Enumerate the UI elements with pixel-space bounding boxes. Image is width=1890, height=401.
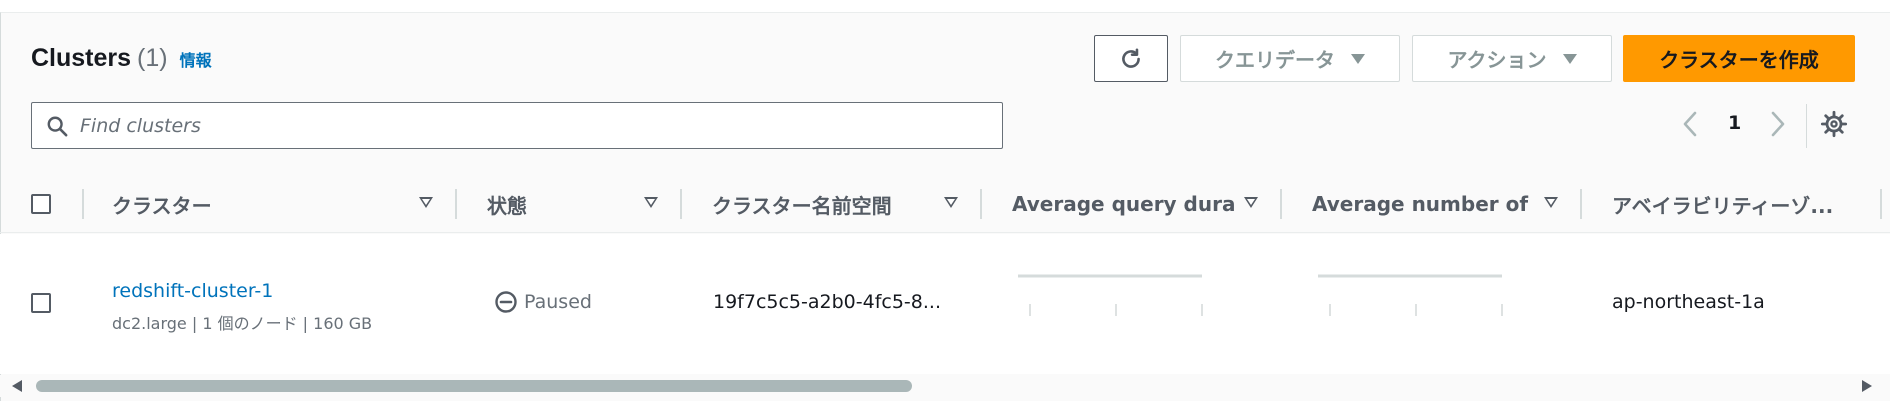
- query-editor-button[interactable]: クエリデータ: [1180, 35, 1400, 82]
- next-page-button[interactable]: [1766, 110, 1788, 138]
- preferences-button[interactable]: [1820, 110, 1848, 142]
- scrollbar-thumb[interactable]: [36, 380, 912, 392]
- refresh-icon: [1122, 47, 1140, 68]
- column-separator[interactable]: [1580, 189, 1582, 219]
- gear-icon: [1820, 110, 1848, 138]
- refresh-button[interactable]: [1094, 35, 1168, 82]
- sort-caret-icon[interactable]: [419, 197, 433, 208]
- column-separator[interactable]: [680, 189, 682, 219]
- table-row: redshift-cluster-1 dc2.large | 1 個のノード |…: [0, 234, 1890, 374]
- chevron-right-icon: [1771, 111, 1785, 137]
- search-icon: [47, 116, 68, 136]
- caret-down-icon: [1351, 53, 1365, 64]
- query-editor-label: クエリデータ: [1215, 48, 1335, 72]
- column-header-namespace[interactable]: クラスター名前空間: [712, 175, 937, 233]
- info-link[interactable]: 情報: [180, 47, 212, 71]
- previous-page-button[interactable]: [1680, 110, 1702, 138]
- paused-icon: [495, 291, 517, 313]
- scroll-left-arrow-icon[interactable]: [12, 380, 22, 392]
- sort-caret-icon[interactable]: [1544, 197, 1558, 208]
- column-separator[interactable]: [980, 189, 982, 219]
- column-header-status[interactable]: 状態: [487, 175, 637, 233]
- select-all-checkbox[interactable]: [31, 194, 51, 214]
- table-header: クラスター 状態 クラスター名前空間 Average query dura...…: [0, 175, 1890, 233]
- column-separator: [82, 189, 84, 219]
- column-header-cluster[interactable]: クラスター: [112, 175, 412, 233]
- row-checkbox[interactable]: [31, 293, 51, 313]
- avg-query-duration-sparkline: [1018, 274, 1203, 316]
- cluster-count: (1): [137, 44, 168, 72]
- caret-down-icon: [1562, 53, 1577, 64]
- column-header-availability-zone[interactable]: アベイラビリティーゾ...: [1612, 175, 1844, 233]
- search-box: [31, 102, 1003, 149]
- column-separator[interactable]: [1280, 189, 1282, 219]
- actions-label: アクション: [1447, 48, 1547, 72]
- page-title: Clusters (1) 情報: [31, 44, 212, 73]
- column-separator[interactable]: [1880, 189, 1882, 219]
- horizontal-scrollbar[interactable]: [0, 375, 1890, 397]
- sort-caret-icon[interactable]: [944, 197, 958, 208]
- chevron-left-icon: [1683, 111, 1697, 137]
- sort-caret-icon[interactable]: [644, 197, 658, 208]
- title-text: Clusters: [31, 44, 132, 72]
- cluster-name-link[interactable]: redshift-cluster-1: [112, 280, 273, 302]
- pagination-divider: [1806, 104, 1807, 148]
- scroll-right-arrow-icon[interactable]: [1862, 380, 1872, 392]
- sort-caret-icon[interactable]: [1244, 197, 1258, 208]
- status-text: Paused: [524, 291, 592, 313]
- avg-number-sparkline: [1318, 274, 1503, 316]
- actions-button[interactable]: アクション: [1412, 35, 1612, 82]
- availability-zone: ap-northeast-1a: [1612, 291, 1765, 313]
- status-badge: Paused: [494, 290, 592, 314]
- column-separator[interactable]: [455, 189, 457, 219]
- page-number[interactable]: 1: [1728, 112, 1741, 134]
- column-header-avg-query-duration[interactable]: Average query dura...: [1012, 175, 1234, 233]
- column-header-avg-number[interactable]: Average number of ...: [1312, 175, 1534, 233]
- cluster-meta: dc2.large | 1 個のノード | 160 GB: [112, 314, 373, 333]
- cluster-namespace: 19f7c5c5-a2b0-4fc5-8...: [713, 291, 941, 313]
- create-cluster-button[interactable]: クラスターを作成: [1623, 35, 1855, 82]
- search-input[interactable]: [80, 114, 980, 137]
